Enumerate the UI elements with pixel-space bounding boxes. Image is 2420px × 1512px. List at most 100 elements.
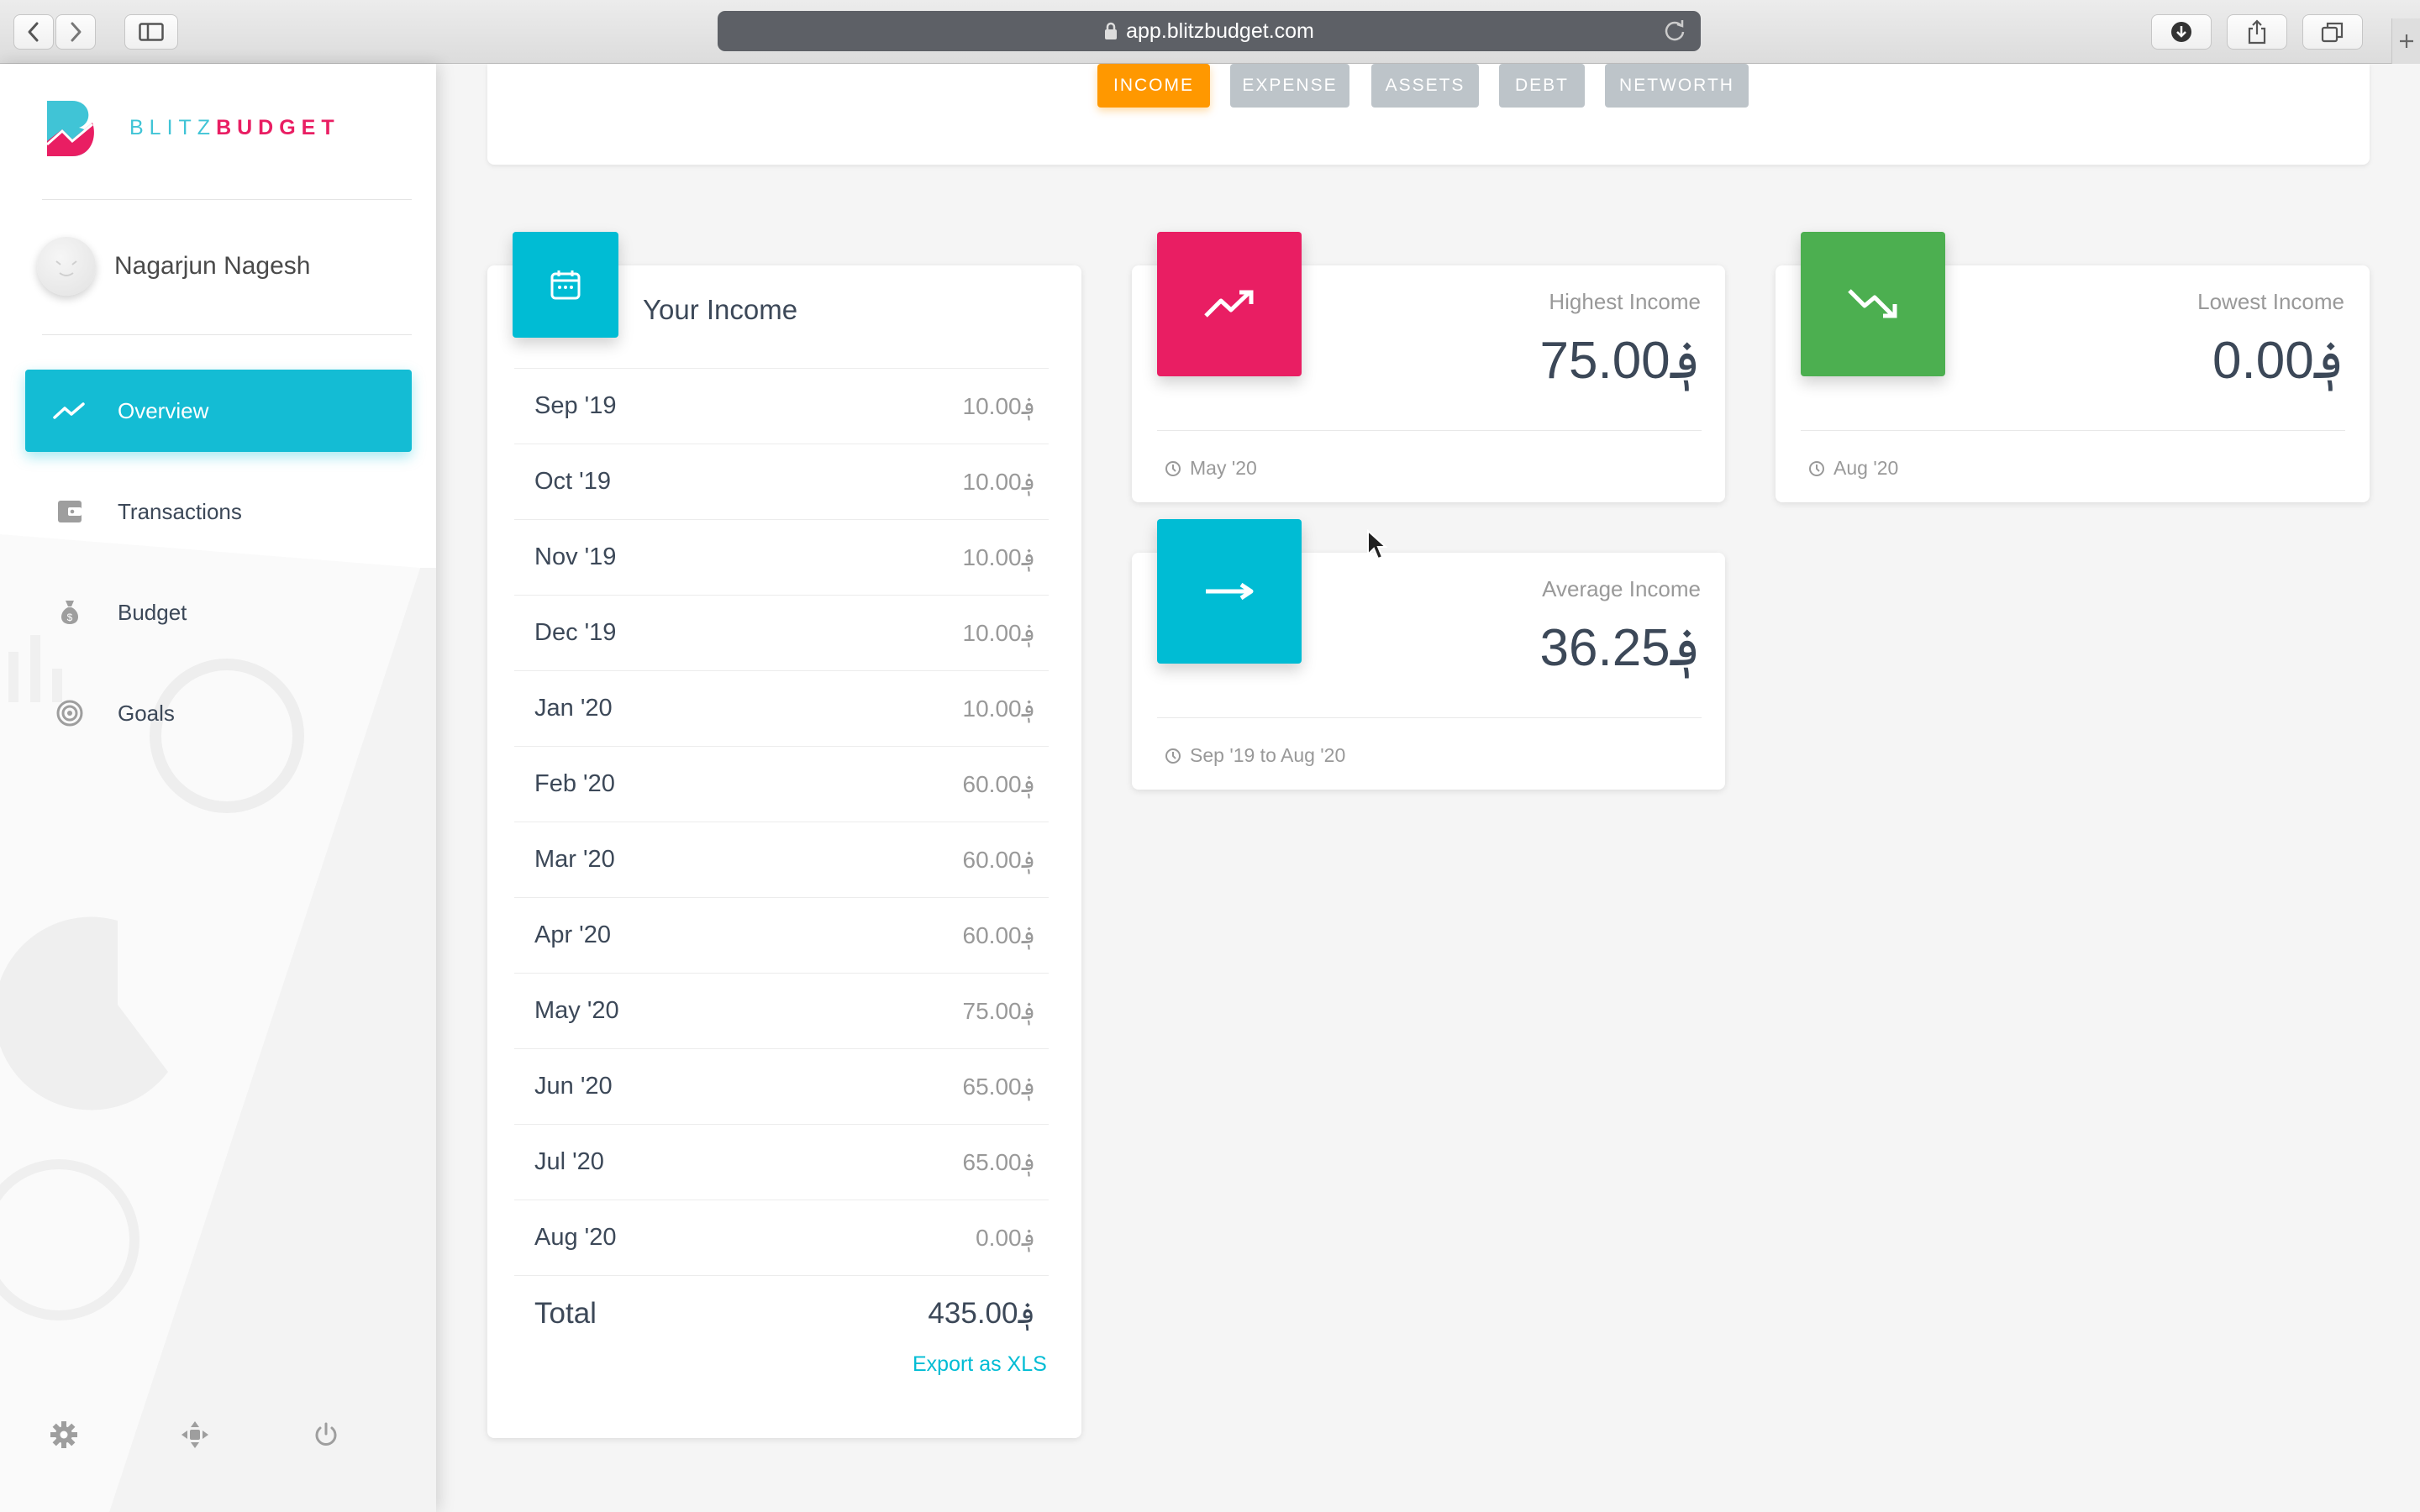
clock-icon [1809,460,1824,476]
tab-income[interactable]: INCOME [1097,64,1210,108]
month-amount: 60.00؋ [962,922,1035,948]
sidebar-item-goals[interactable]: Goals [25,672,412,754]
month-label: Feb '20 [534,770,615,797]
sidebar-item-overview[interactable]: Overview [25,370,412,452]
table-row: May '20 75.00؋ [514,973,1049,1048]
month-amount: 0.00؋ [976,1225,1035,1251]
month-label: Apr '20 [534,921,611,948]
table-row: Aug '20 0.00؋ [514,1200,1049,1275]
month-amount: 75.00؋ [962,998,1035,1024]
income-card-title: Your Income [643,294,798,325]
sidebar-item-label: Overview [118,397,209,423]
lowest-income-period: Aug '20 [1833,457,1899,479]
table-row: Jan '20 10.00؋ [514,670,1049,746]
month-label: Jun '20 [534,1073,613,1100]
calendar-icon [513,232,618,338]
divider [42,199,412,200]
month-label: Dec '19 [534,619,617,646]
month-label: Sep '19 [534,392,617,419]
brand-name-part2: BUDGET [216,115,340,139]
user-name: Nagarjun Nagesh [114,252,311,280]
sidebar-item-budget[interactable]: $ Budget [25,571,412,654]
clock-icon [1165,748,1181,764]
money-bag-icon: $ [47,599,92,626]
export-xls-link[interactable]: Export as XLS [913,1352,1047,1377]
divider [1801,430,2345,431]
sidebar: BLITZBUDGET Nagarjun Nagesh Overview Tra… [0,64,436,1512]
address-bar[interactable]: app.blitzbudget.com [718,11,1701,51]
brand-name-part1: BLITZ [129,115,217,139]
month-amount: 10.00؋ [962,469,1035,495]
target-icon [47,699,92,727]
sidebar-item-transactions[interactable]: Transactions [25,470,412,553]
clock-icon [1165,460,1181,476]
table-row: Dec '19 10.00؋ [514,595,1049,670]
sidebar-item-label: Transactions [118,498,242,524]
table-row: Oct '19 10.00؋ [514,444,1049,519]
month-amount: 10.00؋ [962,393,1035,419]
url-text: app.blitzbudget.com [1126,18,1314,43]
table-row: Sep '19 10.00؋ [514,368,1049,444]
brand-logo[interactable]: BLITZBUDGET [42,97,340,158]
average-income-footer: Sep '19 to Aug '20 [1165,744,1345,767]
month-label: Mar '20 [534,846,615,873]
month-amount: 60.00؋ [962,771,1035,797]
svg-text:$: $ [67,612,73,623]
power-icon[interactable] [309,1418,343,1452]
avatar [37,237,96,296]
table-row: Mar '20 60.00؋ [514,822,1049,897]
gear-icon[interactable] [47,1418,81,1452]
month-label: Nov '19 [534,543,617,570]
month-amount: 60.00؋ [962,847,1035,873]
share-button[interactable] [2227,14,2287,50]
table-row: Feb '20 60.00؋ [514,746,1049,822]
month-amount: 65.00؋ [962,1074,1035,1100]
forward-button[interactable] [55,14,96,50]
table-row: Apr '20 60.00؋ [514,897,1049,973]
tab-expense[interactable]: EXPENSE [1230,64,1349,108]
wallet-icon [47,499,92,524]
table-row: Jun '20 65.00؋ [514,1048,1049,1124]
month-amount: 10.00؋ [962,620,1035,646]
arrow-right-icon [1157,519,1302,664]
tabs-overview-button[interactable] [2302,14,2363,50]
new-tab-button[interactable] [2391,18,2420,64]
average-income-period: Sep '19 to Aug '20 [1190,744,1346,766]
reload-icon[interactable] [1662,18,1687,43]
highest-income-period: May '20 [1190,457,1257,479]
divider [42,334,412,335]
average-income-label: Average Income [1542,576,1701,601]
trending-down-icon [1801,232,1945,376]
highest-income-label: Highest Income [1549,289,1701,314]
month-label: May '20 [534,997,619,1024]
month-label: Aug '20 [534,1224,617,1251]
divider [1157,717,1702,718]
user-profile[interactable]: Nagarjun Nagesh [37,237,310,296]
month-amount: 10.00؋ [962,696,1035,722]
sidebar-item-label: Goals [118,700,175,726]
tab-debt[interactable]: DEBT [1499,64,1585,108]
trending-up-icon [1157,232,1302,376]
browser-toolbar: app.blitzbudget.com [0,0,2420,64]
income-total-row: Total 435.00؋ [514,1275,1049,1351]
total-value: 435.00؋ [928,1296,1035,1330]
table-row: Nov '19 10.00؋ [514,519,1049,595]
back-button[interactable] [13,14,54,50]
sidebar-toggle-button[interactable] [124,14,178,50]
brand-name: BLITZBUDGET [129,116,340,140]
total-label: Total [534,1296,597,1330]
tab-assets[interactable]: ASSETS [1371,64,1479,108]
highest-income-footer: May '20 [1165,457,1257,480]
lowest-income-value: 0.00؋ [2212,332,2344,390]
trending-up-icon [47,401,92,421]
downloads-button[interactable] [2151,14,2212,50]
sidebar-item-label: Budget [118,599,187,625]
table-row: Jul '20 65.00؋ [514,1124,1049,1200]
tab-networth[interactable]: NETWORTH [1605,64,1749,108]
divider [1157,430,1702,431]
lock-icon [1105,22,1118,39]
move-icon[interactable] [178,1418,212,1452]
smiley-icon [55,260,77,276]
average-income-value: 36.25؋ [1539,619,1701,677]
lowest-income-footer: Aug '20 [1808,457,1898,480]
